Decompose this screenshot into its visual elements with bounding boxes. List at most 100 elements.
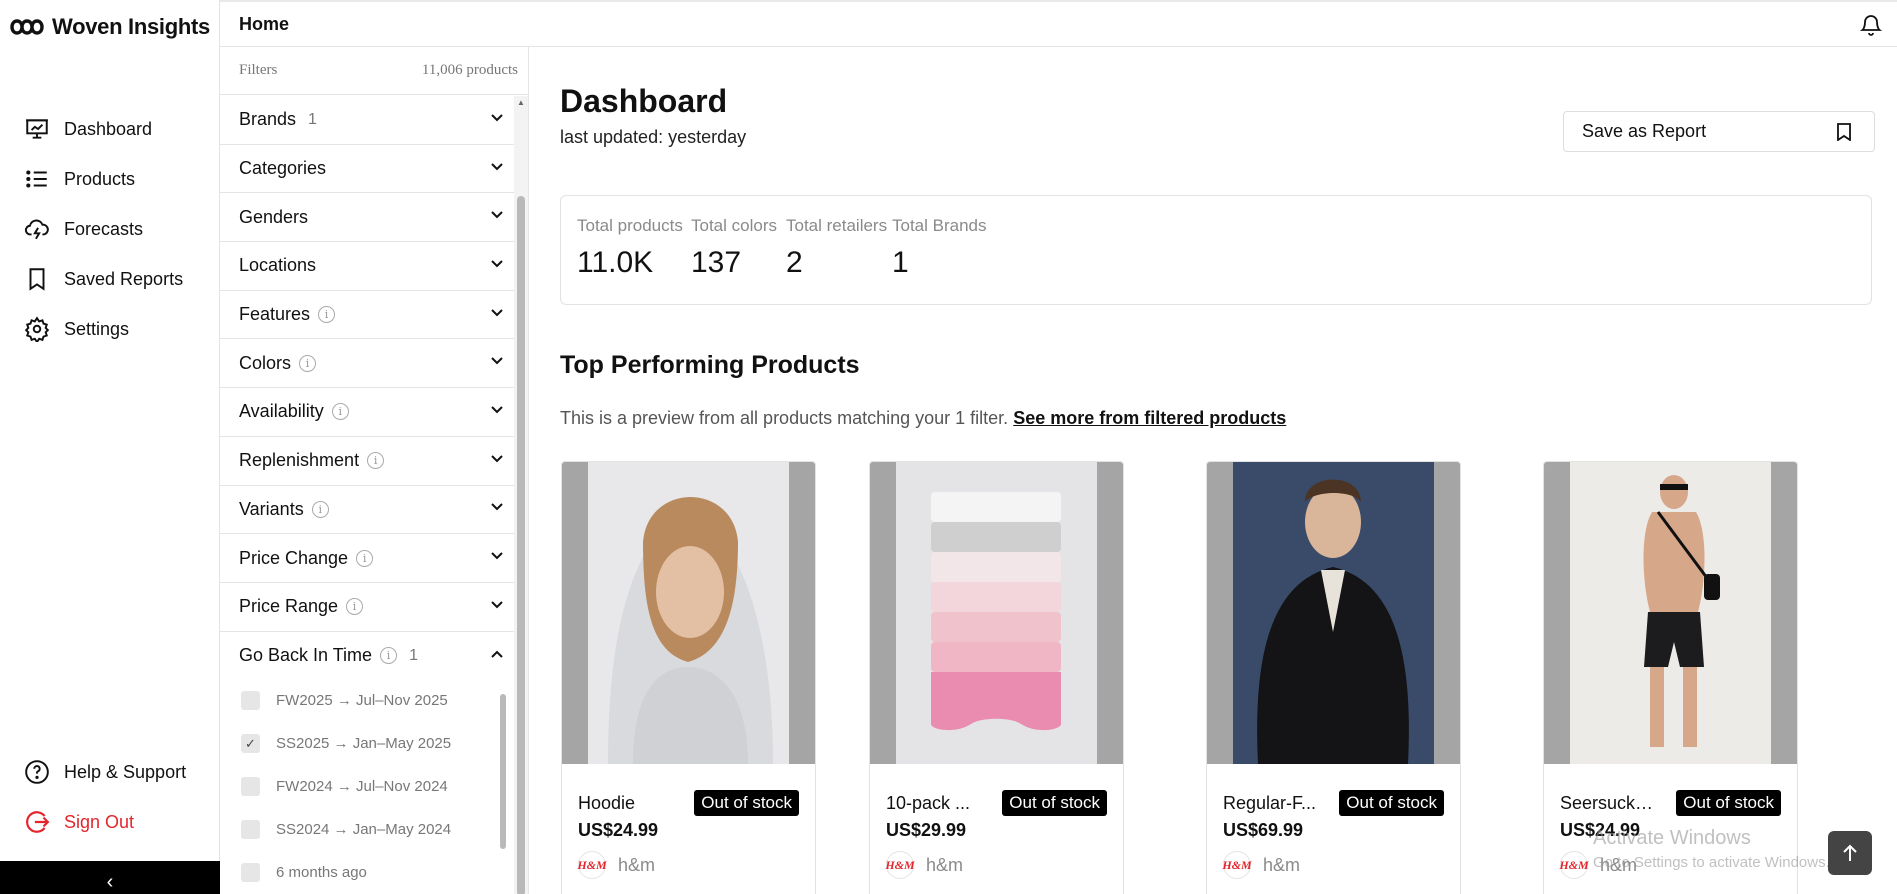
filter-replenishment[interactable]: Replenishment i bbox=[220, 437, 514, 486]
sidebar-item-saved-reports[interactable]: Saved Reports bbox=[24, 254, 183, 304]
filter-label: Availability bbox=[239, 401, 324, 422]
app-logo[interactable]: Woven Insights bbox=[10, 14, 210, 40]
help-icon bbox=[25, 760, 49, 784]
checkbox[interactable] bbox=[241, 777, 260, 796]
bookmark-icon bbox=[1837, 123, 1851, 141]
stat-total-colors: Total colors 137 bbox=[691, 216, 777, 280]
filter-features[interactable]: Features i bbox=[220, 291, 514, 340]
product-name[interactable]: Regular-F... bbox=[1223, 793, 1316, 814]
chevron-down-icon bbox=[491, 357, 503, 365]
filter-label: Brands bbox=[239, 109, 297, 130]
breadcrumb[interactable]: Home bbox=[239, 14, 289, 35]
product-image[interactable] bbox=[870, 462, 1123, 764]
product-name-row: Seersucke... Out of stock bbox=[1560, 790, 1781, 816]
product-name[interactable]: Hoodie bbox=[578, 793, 635, 814]
sidebar: Woven Insights Dashboard Products Foreca… bbox=[0, 0, 220, 894]
sidebar-item-label: Saved Reports bbox=[64, 268, 184, 289]
info-icon[interactable]: i bbox=[331, 403, 349, 421]
sidebar-item-help[interactable]: Help & Support bbox=[24, 747, 186, 797]
checkbox[interactable] bbox=[241, 863, 260, 882]
chevron-down-icon bbox=[491, 114, 503, 122]
info-icon[interactable]: i bbox=[346, 598, 364, 616]
filter-price-range[interactable]: Price Range i bbox=[220, 583, 514, 632]
filter-categories[interactable]: Categories bbox=[220, 145, 514, 194]
sidebar-item-settings[interactable]: Settings bbox=[24, 304, 183, 354]
brand-row: H&M h&m bbox=[1222, 851, 1444, 879]
time-option-label: FW2024 → Jul–Nov 2024 bbox=[276, 778, 448, 795]
main-content: Dashboard last updated: yesterday Save a… bbox=[530, 47, 1897, 894]
scrollbar-thumb[interactable] bbox=[500, 694, 506, 849]
info-icon[interactable]: i bbox=[311, 500, 329, 518]
product-name[interactable]: 10-pack ... bbox=[886, 793, 970, 814]
scroll-to-top-button[interactable] bbox=[1828, 831, 1872, 875]
filter-go-back-in-time[interactable]: Go Back In Time i 1 bbox=[220, 632, 514, 681]
sign-out-button[interactable]: Sign Out bbox=[24, 797, 186, 847]
presentation-icon bbox=[26, 119, 48, 139]
filter-count-badge: 1 bbox=[409, 646, 418, 664]
info-icon[interactable]: i bbox=[367, 452, 385, 470]
stat-label: Total retailers bbox=[786, 216, 888, 235]
filter-availability[interactable]: Availability i bbox=[220, 388, 514, 437]
product-image[interactable] bbox=[1207, 462, 1460, 764]
info-icon[interactable]: i bbox=[318, 306, 336, 324]
filter-price-change[interactable]: Price Change i bbox=[220, 534, 514, 583]
stat-label: Total colors bbox=[691, 216, 777, 235]
time-options-scrollbar[interactable] bbox=[498, 680, 508, 894]
brand-row: H&M h&m bbox=[885, 851, 1107, 879]
save-report-button[interactable]: Save as Report bbox=[1563, 111, 1875, 152]
filter-colors[interactable]: Colors i bbox=[220, 339, 514, 389]
preview-text: This is a preview from all products matc… bbox=[560, 408, 1009, 428]
checkbox-checked[interactable]: ✓ bbox=[241, 734, 260, 753]
filter-locations[interactable]: Locations bbox=[220, 242, 514, 291]
product-image[interactable] bbox=[1544, 462, 1797, 764]
bottom-nav: Help & Support Sign Out bbox=[24, 747, 186, 847]
product-card[interactable]: 10-pack ... Out of stock US$29.99 H&M h&… bbox=[869, 461, 1124, 894]
filter-variants[interactable]: Variants i bbox=[220, 486, 514, 535]
stock-badge: Out of stock bbox=[1676, 790, 1781, 816]
stat-total-retailers: Total retailers 2 bbox=[786, 216, 887, 280]
checkbox[interactable] bbox=[241, 820, 260, 839]
filters-scrollbar[interactable]: ▲ bbox=[514, 96, 528, 894]
info-icon[interactable]: i bbox=[299, 354, 317, 372]
stock-badge: Out of stock bbox=[694, 790, 799, 816]
filter-label: Replenishment bbox=[239, 450, 360, 471]
chevron-down-icon bbox=[491, 162, 503, 170]
time-option[interactable]: 6 months ago bbox=[220, 851, 514, 894]
time-option-label: SS2024 → Jan–May 2024 bbox=[276, 821, 452, 838]
sidebar-item-products[interactable]: Products bbox=[24, 154, 183, 204]
see-more-link[interactable]: See more from filtered products bbox=[1013, 408, 1286, 428]
product-count: 11,006 products bbox=[421, 62, 518, 78]
product-info: Hoodie Out of stock US$24.99 H&M h&m bbox=[562, 790, 815, 879]
info-icon[interactable]: i bbox=[356, 549, 374, 567]
scroll-up-icon[interactable]: ▲ bbox=[517, 98, 525, 107]
product-image[interactable] bbox=[562, 462, 815, 764]
time-option[interactable]: SS2024 → Jan–May 2024 bbox=[220, 808, 514, 851]
sidebar-item-forecasts[interactable]: Forecasts bbox=[24, 204, 183, 254]
product-card[interactable]: Hoodie Out of stock US$24.99 H&M h&m bbox=[561, 461, 816, 894]
filter-label: Genders bbox=[239, 206, 309, 227]
checkbox[interactable] bbox=[241, 691, 260, 710]
sidebar-item-dashboard[interactable]: Dashboard bbox=[24, 104, 183, 154]
stat-total-products: Total products 11.0K bbox=[577, 216, 683, 280]
filter-genders[interactable]: Genders bbox=[220, 193, 514, 243]
bell-icon[interactable] bbox=[1859, 13, 1883, 37]
filters-header: Filters 11,006 products bbox=[220, 47, 528, 95]
product-name-row: 10-pack ... Out of stock bbox=[886, 790, 1107, 816]
app-name: Woven Insights bbox=[52, 14, 210, 39]
product-photo-jacket bbox=[1233, 462, 1434, 764]
product-price: US$29.99 bbox=[886, 820, 967, 840]
product-card[interactable]: Regular-F... Out of stock US$69.99 H&M h… bbox=[1206, 461, 1461, 894]
time-option[interactable]: FW2024 → Jul–Nov 2024 bbox=[220, 765, 514, 808]
product-photo-hoodie bbox=[588, 462, 789, 764]
info-icon[interactable]: i bbox=[380, 647, 398, 665]
filter-label: Colors bbox=[239, 352, 292, 373]
time-option[interactable]: FW2025 → Jul–Nov 2025 bbox=[220, 679, 514, 722]
save-report-label: Save as Report bbox=[1582, 121, 1707, 141]
stat-value: 2 bbox=[786, 246, 803, 279]
scrollbar-thumb[interactable] bbox=[517, 196, 525, 894]
collapse-sidebar-button[interactable]: ‹ bbox=[0, 861, 220, 894]
filter-count-badge: 1 bbox=[308, 110, 317, 128]
filter-brands[interactable]: Brands 1 bbox=[220, 96, 514, 145]
product-name[interactable]: Seersucke... bbox=[1560, 793, 1660, 814]
time-option[interactable]: ✓ SS2025 → Jan–May 2025 bbox=[220, 722, 514, 765]
